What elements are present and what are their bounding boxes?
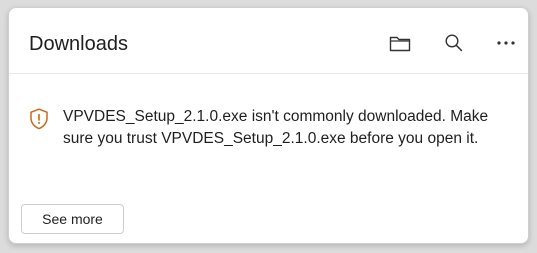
- open-downloads-folder-button[interactable]: [387, 30, 413, 56]
- more-options-icon: [497, 41, 515, 45]
- warning-message: VPVDES_Setup_2.1.0.exe isn't commonly do…: [63, 108, 489, 147]
- downloads-header: Downloads: [9, 8, 528, 74]
- shield-warning-icon: [30, 108, 48, 130]
- more-options-button[interactable]: [493, 30, 519, 56]
- see-more-button[interactable]: See more: [21, 204, 124, 234]
- folder-icon: [389, 36, 411, 52]
- search-icon: [445, 34, 463, 52]
- search-downloads-button[interactable]: [441, 30, 467, 56]
- panel-title: Downloads: [29, 33, 128, 55]
- downloads-panel: Downloads VPVDES_Setup_2.1.0.exe isn't c…: [8, 7, 529, 244]
